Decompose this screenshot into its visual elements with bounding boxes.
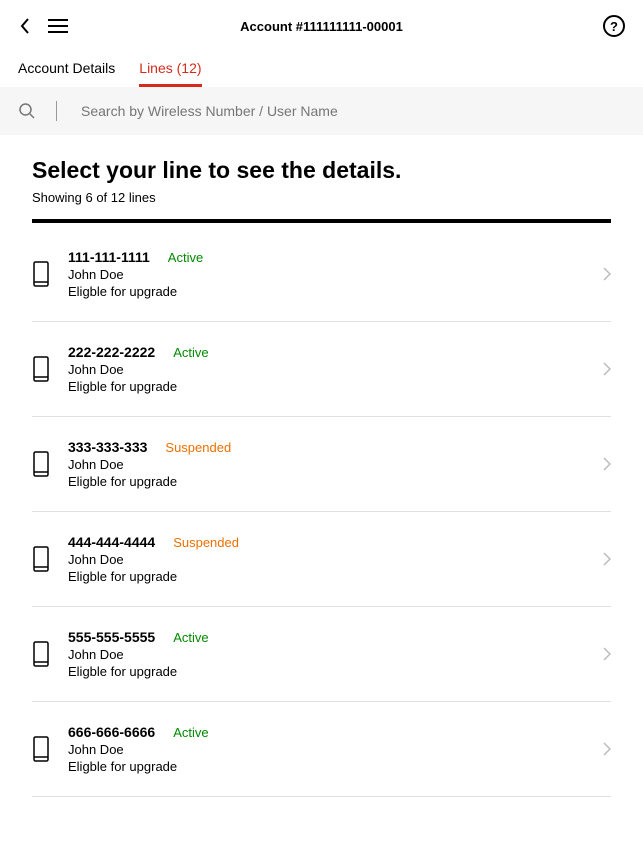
line-user: John Doe <box>68 647 585 662</box>
tabs: Account Details Lines (12) <box>0 52 643 87</box>
line-user: John Doe <box>68 457 585 472</box>
line-status: Active <box>173 725 208 740</box>
line-item[interactable]: 444-444-4444 Suspended John Doe Eligble … <box>32 512 611 607</box>
line-item[interactable]: 111-111-1111 Active John Doe Eligble for… <box>32 223 611 322</box>
line-status: Active <box>168 250 203 265</box>
line-info: 111-111-1111 Active John Doe Eligble for… <box>68 249 585 299</box>
line-info: 444-444-4444 Suspended John Doe Eligble … <box>68 534 585 584</box>
line-status: Active <box>173 345 208 360</box>
line-user: John Doe <box>68 267 585 282</box>
line-eligible: Eligble for upgrade <box>68 474 585 489</box>
line-info: 666-666-6666 Active John Doe Eligble for… <box>68 724 585 774</box>
search-divider <box>56 101 57 121</box>
line-item[interactable]: 555-555-5555 Active John Doe Eligble for… <box>32 607 611 702</box>
search-placeholder: Search by Wireless Number / User Name <box>81 103 338 119</box>
line-item[interactable]: 333-333-333 Suspended John Doe Eligble f… <box>32 417 611 512</box>
line-number: 666-666-6666 <box>68 724 155 740</box>
line-status: Suspended <box>165 440 231 455</box>
line-info: 555-555-5555 Active John Doe Eligble for… <box>68 629 585 679</box>
chevron-right-icon <box>603 457 611 471</box>
line-number: 111-111-1111 <box>68 249 150 265</box>
chevron-right-icon <box>603 362 611 376</box>
line-item[interactable]: 222-222-2222 Active John Doe Eligble for… <box>32 322 611 417</box>
chevron-right-icon <box>603 647 611 661</box>
line-number: 555-555-5555 <box>68 629 155 645</box>
tab-account-details[interactable]: Account Details <box>18 60 115 87</box>
line-status: Suspended <box>173 535 239 550</box>
page-title: Account #111111111-00001 <box>240 19 403 34</box>
line-info: 222-222-2222 Active John Doe Eligble for… <box>68 344 585 394</box>
content: Select your line to see the details. Sho… <box>0 135 643 797</box>
tab-lines[interactable]: Lines (12) <box>139 60 201 87</box>
search-icon <box>18 102 36 120</box>
phone-icon <box>32 450 50 478</box>
line-eligible: Eligble for upgrade <box>68 664 585 679</box>
line-eligible: Eligble for upgrade <box>68 379 585 394</box>
line-eligible: Eligble for upgrade <box>68 284 585 299</box>
line-number: 222-222-2222 <box>68 344 155 360</box>
line-number: 333-333-333 <box>68 439 147 455</box>
line-eligible: Eligble for upgrade <box>68 759 585 774</box>
line-user: John Doe <box>68 552 585 567</box>
phone-icon <box>32 355 50 383</box>
content-subtitle: Showing 6 of 12 lines <box>32 190 611 205</box>
chevron-right-icon <box>603 742 611 756</box>
line-user: John Doe <box>68 742 585 757</box>
phone-icon <box>32 735 50 763</box>
content-title: Select your line to see the details. <box>32 157 611 184</box>
line-number: 444-444-4444 <box>68 534 155 550</box>
header: Account #111111111-00001 ? <box>0 0 643 52</box>
phone-icon <box>32 260 50 288</box>
line-user: John Doe <box>68 362 585 377</box>
lines-list: 111-111-1111 Active John Doe Eligble for… <box>32 223 611 797</box>
menu-icon[interactable] <box>48 19 68 33</box>
line-status: Active <box>173 630 208 645</box>
header-left <box>18 17 68 35</box>
line-item[interactable]: 666-666-6666 Active John Doe Eligble for… <box>32 702 611 797</box>
chevron-right-icon <box>603 267 611 281</box>
phone-icon <box>32 545 50 573</box>
chevron-right-icon <box>603 552 611 566</box>
search-bar[interactable]: Search by Wireless Number / User Name <box>0 87 643 135</box>
line-info: 333-333-333 Suspended John Doe Eligble f… <box>68 439 585 489</box>
help-icon[interactable]: ? <box>603 15 625 37</box>
line-eligible: Eligble for upgrade <box>68 569 585 584</box>
phone-icon <box>32 640 50 668</box>
back-icon[interactable] <box>18 17 32 35</box>
